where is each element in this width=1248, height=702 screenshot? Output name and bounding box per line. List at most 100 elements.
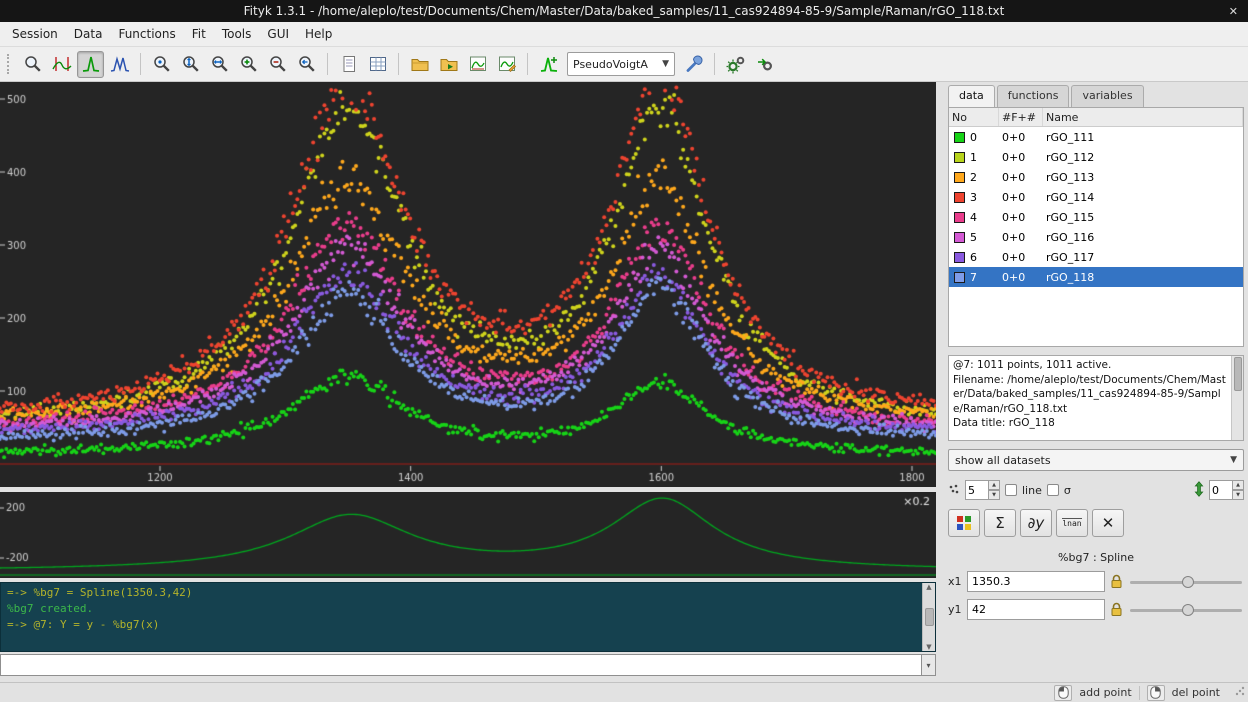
spin-up-icon[interactable]: ▲ xyxy=(989,480,1000,490)
datasets-view-dropdown[interactable]: show all datasets ▼ xyxy=(948,449,1244,471)
dataset-color-swatch[interactable] xyxy=(954,172,965,183)
run-fit-button[interactable] xyxy=(722,51,749,78)
param-y1-slider[interactable] xyxy=(1128,602,1244,618)
point-size-stepper[interactable]: ▲▼ xyxy=(965,480,1000,500)
peak-double-icon xyxy=(110,54,130,74)
input-history-button[interactable]: ▾ xyxy=(922,654,936,676)
load-session-button[interactable] xyxy=(464,51,491,78)
menu-help[interactable]: Help xyxy=(297,24,340,44)
dataset-row-rGO_113[interactable]: 20+0rGO_113 xyxy=(949,167,1243,187)
shift-input[interactable] xyxy=(1209,480,1233,500)
resize-grip[interactable] xyxy=(1234,685,1246,700)
chart-edit-icon xyxy=(497,54,517,74)
zoom-horizontal-button[interactable] xyxy=(206,51,233,78)
point-size-input[interactable] xyxy=(965,480,989,500)
toolbar-grip[interactable] xyxy=(7,54,14,74)
line-checkbox[interactable] xyxy=(1005,484,1017,496)
lock-icon[interactable] xyxy=(1110,574,1123,589)
dataset-color-swatch[interactable] xyxy=(954,192,965,203)
dataset-row-rGO_116[interactable]: 50+0rGO_116 xyxy=(949,227,1243,247)
mouse-right-icon[interactable] xyxy=(1147,685,1165,701)
dataset-row-rGO_114[interactable]: 30+0rGO_114 xyxy=(949,187,1243,207)
console-scrollbar[interactable]: ▲ ▼ xyxy=(922,583,935,651)
gear-undo-icon xyxy=(755,54,775,74)
define-function-button[interactable] xyxy=(680,51,707,78)
add-peak-mode-button[interactable] xyxy=(77,51,104,78)
dataset-row-rGO_115[interactable]: 40+0rGO_115 xyxy=(949,207,1243,227)
zoom-vertical-button[interactable] xyxy=(177,51,204,78)
scroll-down-icon[interactable]: ▼ xyxy=(926,643,931,651)
previous-zoom-button[interactable] xyxy=(293,51,320,78)
dataset-info: @7: 1011 points, 1011 active.Filename: /… xyxy=(948,355,1244,441)
dataset-row-rGO_111[interactable]: 00+0rGO_111 xyxy=(949,127,1243,147)
edit-transform-button[interactable]: ∂y xyxy=(1020,509,1052,537)
close-button[interactable]: ✕ xyxy=(1229,0,1238,22)
tab-variables[interactable]: variables xyxy=(1071,85,1143,107)
auto-add-peak-button[interactable] xyxy=(535,51,562,78)
dataset-color-swatch[interactable] xyxy=(954,212,965,223)
data-range-mode-button[interactable] xyxy=(48,51,75,78)
dataset-color-swatch[interactable] xyxy=(954,272,965,283)
activate-data-mode-button[interactable] xyxy=(106,51,133,78)
menu-fit[interactable]: Fit xyxy=(184,24,214,44)
dataset-row-rGO_112[interactable]: 10+0rGO_112 xyxy=(949,147,1243,167)
zoom-all-button[interactable] xyxy=(148,51,175,78)
page-icon xyxy=(339,54,359,74)
save-session-button[interactable] xyxy=(493,51,520,78)
main-splitter[interactable] xyxy=(936,82,944,682)
mag-v-icon xyxy=(181,54,201,74)
toolbar-separator xyxy=(398,53,399,75)
tab-data[interactable]: data xyxy=(948,85,995,107)
menu-data[interactable]: Data xyxy=(66,24,111,44)
param-x1-input[interactable] xyxy=(967,571,1105,592)
spin-up-icon[interactable]: ▲ xyxy=(1233,480,1244,490)
sum-datasets-button[interactable]: Σ xyxy=(984,509,1016,537)
menu-tools[interactable]: Tools xyxy=(214,24,260,44)
undo-fit-button[interactable] xyxy=(751,51,778,78)
dataset-color-swatch[interactable] xyxy=(954,232,965,243)
close-dataset-button[interactable]: ✕ xyxy=(1092,509,1124,537)
info-scrollbar[interactable] xyxy=(1231,356,1243,440)
aux-plot[interactable] xyxy=(0,492,936,578)
spin-down-icon[interactable]: ▼ xyxy=(989,490,1000,500)
mouse-left-icon[interactable] xyxy=(1054,685,1072,701)
point-style-icon xyxy=(948,483,960,498)
table-header: No#F+#Name xyxy=(949,108,1243,127)
range-icon xyxy=(52,54,72,74)
menu-functions[interactable]: Functions xyxy=(110,24,183,44)
session-log-button[interactable] xyxy=(335,51,362,78)
param-y1-input[interactable] xyxy=(967,599,1105,620)
dataset-colors-button[interactable] xyxy=(948,509,980,537)
command-input[interactable] xyxy=(0,654,922,676)
main-plot[interactable] xyxy=(0,82,936,487)
param-x1-slider[interactable] xyxy=(1128,574,1244,590)
menu-session[interactable]: Session xyxy=(4,24,66,44)
sidebar-tabs: datafunctionsvariables xyxy=(948,85,1244,107)
dataset-color-swatch[interactable] xyxy=(954,252,965,263)
zoom-out-button[interactable] xyxy=(264,51,291,78)
delete-nan-button[interactable]: lnan xyxy=(1056,509,1088,537)
open-file-button[interactable] xyxy=(406,51,433,78)
tab-functions[interactable]: functions xyxy=(997,85,1070,107)
spin-down-icon[interactable]: ▼ xyxy=(1233,490,1244,500)
lock-icon[interactable] xyxy=(1110,602,1123,617)
scroll-up-icon[interactable]: ▲ xyxy=(926,583,931,591)
dataset-row-rGO_117[interactable]: 60+0rGO_117 xyxy=(949,247,1243,267)
function-type-select[interactable]: PseudoVoigtA▼ xyxy=(567,52,675,76)
slider-thumb[interactable] xyxy=(1182,576,1194,588)
dataset-color-swatch[interactable] xyxy=(954,152,965,163)
scrollbar-thumb[interactable] xyxy=(925,608,934,626)
dataset-color-swatch[interactable] xyxy=(954,132,965,143)
menu-gui[interactable]: GUI xyxy=(259,24,297,44)
toolbar: PseudoVoigtA▼ xyxy=(0,47,1248,82)
zoom-mode-button[interactable] xyxy=(19,51,46,78)
dataset-table: No#F+#Name00+0rGO_11110+0rGO_11220+0rGO_… xyxy=(948,107,1244,347)
sigma-checkbox[interactable] xyxy=(1047,484,1059,496)
del-point-hint: del point xyxy=(1172,686,1220,699)
execute-script-button[interactable] xyxy=(435,51,462,78)
slider-thumb[interactable] xyxy=(1182,604,1194,616)
dataset-row-rGO_118[interactable]: 70+0rGO_118 xyxy=(949,267,1243,287)
zoom-in-button[interactable] xyxy=(235,51,262,78)
data-table-view-button[interactable] xyxy=(364,51,391,78)
shift-stepper[interactable]: ▲▼ xyxy=(1209,480,1244,500)
